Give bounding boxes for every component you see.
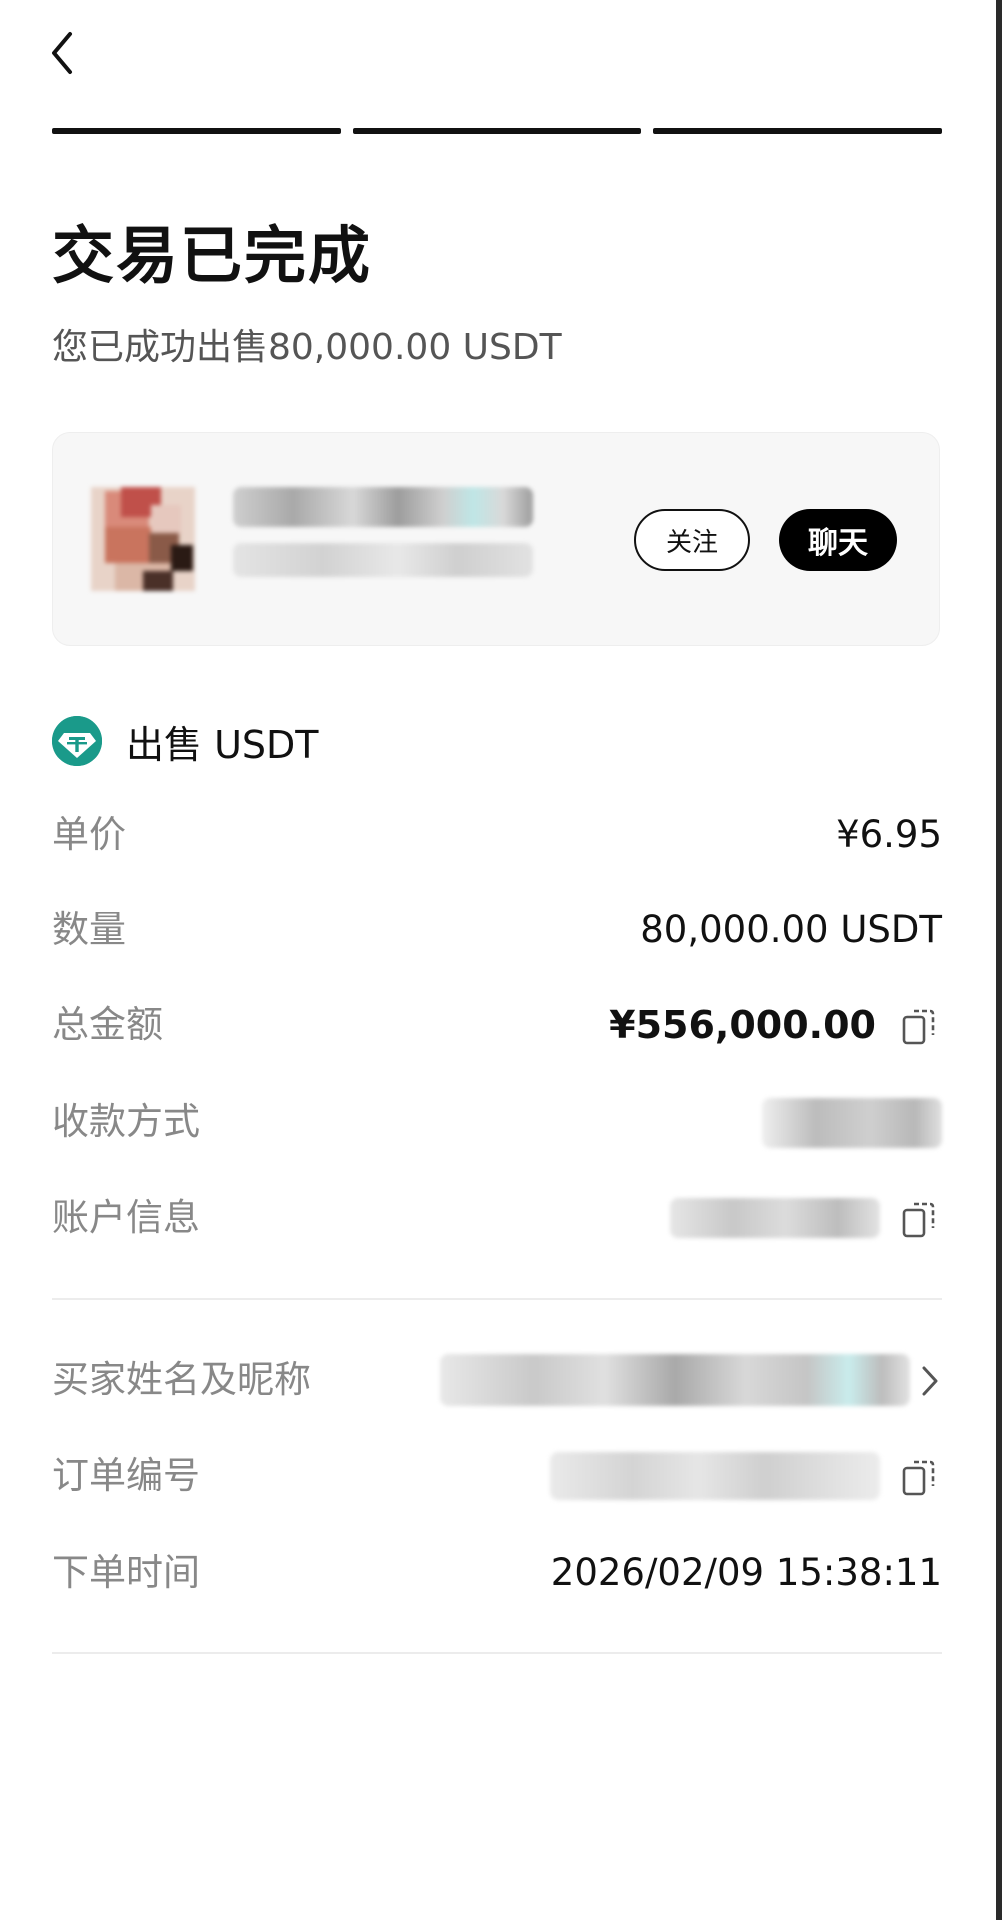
page-title: 交易已完成 bbox=[52, 219, 373, 292]
trade-heading: 出售 USDT bbox=[52, 715, 319, 767]
copy-icon[interactable] bbox=[902, 1458, 936, 1496]
trade-heading-label: 出售 USDT bbox=[126, 722, 319, 767]
quantity-row: 数量 80,000.00 USDT bbox=[52, 900, 942, 960]
progress-step-2 bbox=[352, 128, 642, 134]
total-label: 总金额 bbox=[52, 1003, 163, 1046]
window-edge bbox=[996, 0, 1002, 1920]
avatar[interactable] bbox=[91, 487, 195, 591]
order-time-label: 下单时间 bbox=[52, 1551, 200, 1594]
account-info-redacted bbox=[670, 1198, 880, 1238]
payment-method-redacted bbox=[762, 1098, 942, 1148]
order-number-row: 订单编号 bbox=[52, 1446, 942, 1506]
counterparty-name-redacted bbox=[233, 487, 533, 527]
quantity-value: 80,000.00 USDT bbox=[640, 908, 942, 951]
back-button[interactable] bbox=[46, 28, 80, 78]
payment-method-label: 收款方式 bbox=[52, 1100, 200, 1143]
order-time-value: 2026/02/09 15:38:11 bbox=[550, 1551, 942, 1594]
total-value: ¥556,000.00 bbox=[609, 1003, 876, 1047]
counterparty-stats-redacted bbox=[233, 543, 533, 577]
chevron-right-icon bbox=[922, 1366, 938, 1396]
account-info-row: 账户信息 bbox=[52, 1188, 942, 1248]
unit-price-value: ¥6.95 bbox=[836, 813, 942, 856]
quantity-label: 数量 bbox=[52, 908, 126, 951]
buyer-row[interactable]: 买家姓名及昵称 bbox=[52, 1350, 942, 1410]
progress-step-3 bbox=[653, 128, 943, 134]
section-divider bbox=[52, 1298, 942, 1300]
copy-icon[interactable] bbox=[902, 1200, 936, 1238]
order-number-label: 订单编号 bbox=[52, 1454, 200, 1497]
account-info-label: 账户信息 bbox=[52, 1196, 200, 1239]
payment-method-row: 收款方式 bbox=[52, 1092, 942, 1152]
counterparty-card: 关注 聊天 bbox=[52, 432, 940, 646]
total-row: 总金额 ¥556,000.00 bbox=[52, 995, 942, 1055]
copy-icon[interactable] bbox=[902, 1007, 936, 1045]
status-subtitle: 您已成功出售80,000.00 USDT bbox=[52, 327, 562, 368]
unit-price-row: 单价 ¥6.95 bbox=[52, 805, 942, 865]
buyer-name-redacted bbox=[440, 1354, 910, 1406]
unit-price-label: 单价 bbox=[52, 813, 126, 856]
follow-button[interactable]: 关注 bbox=[634, 509, 750, 571]
progress-steps bbox=[52, 128, 943, 134]
chevron-left-icon bbox=[52, 32, 72, 74]
buyer-label: 买家姓名及昵称 bbox=[52, 1358, 311, 1401]
bottom-divider bbox=[52, 1652, 942, 1654]
order-time-row: 下单时间 2026/02/09 15:38:11 bbox=[52, 1543, 942, 1603]
progress-step-1 bbox=[52, 128, 341, 134]
tether-icon bbox=[52, 716, 102, 766]
order-number-redacted bbox=[550, 1452, 880, 1500]
chat-button[interactable]: 聊天 bbox=[779, 509, 897, 571]
